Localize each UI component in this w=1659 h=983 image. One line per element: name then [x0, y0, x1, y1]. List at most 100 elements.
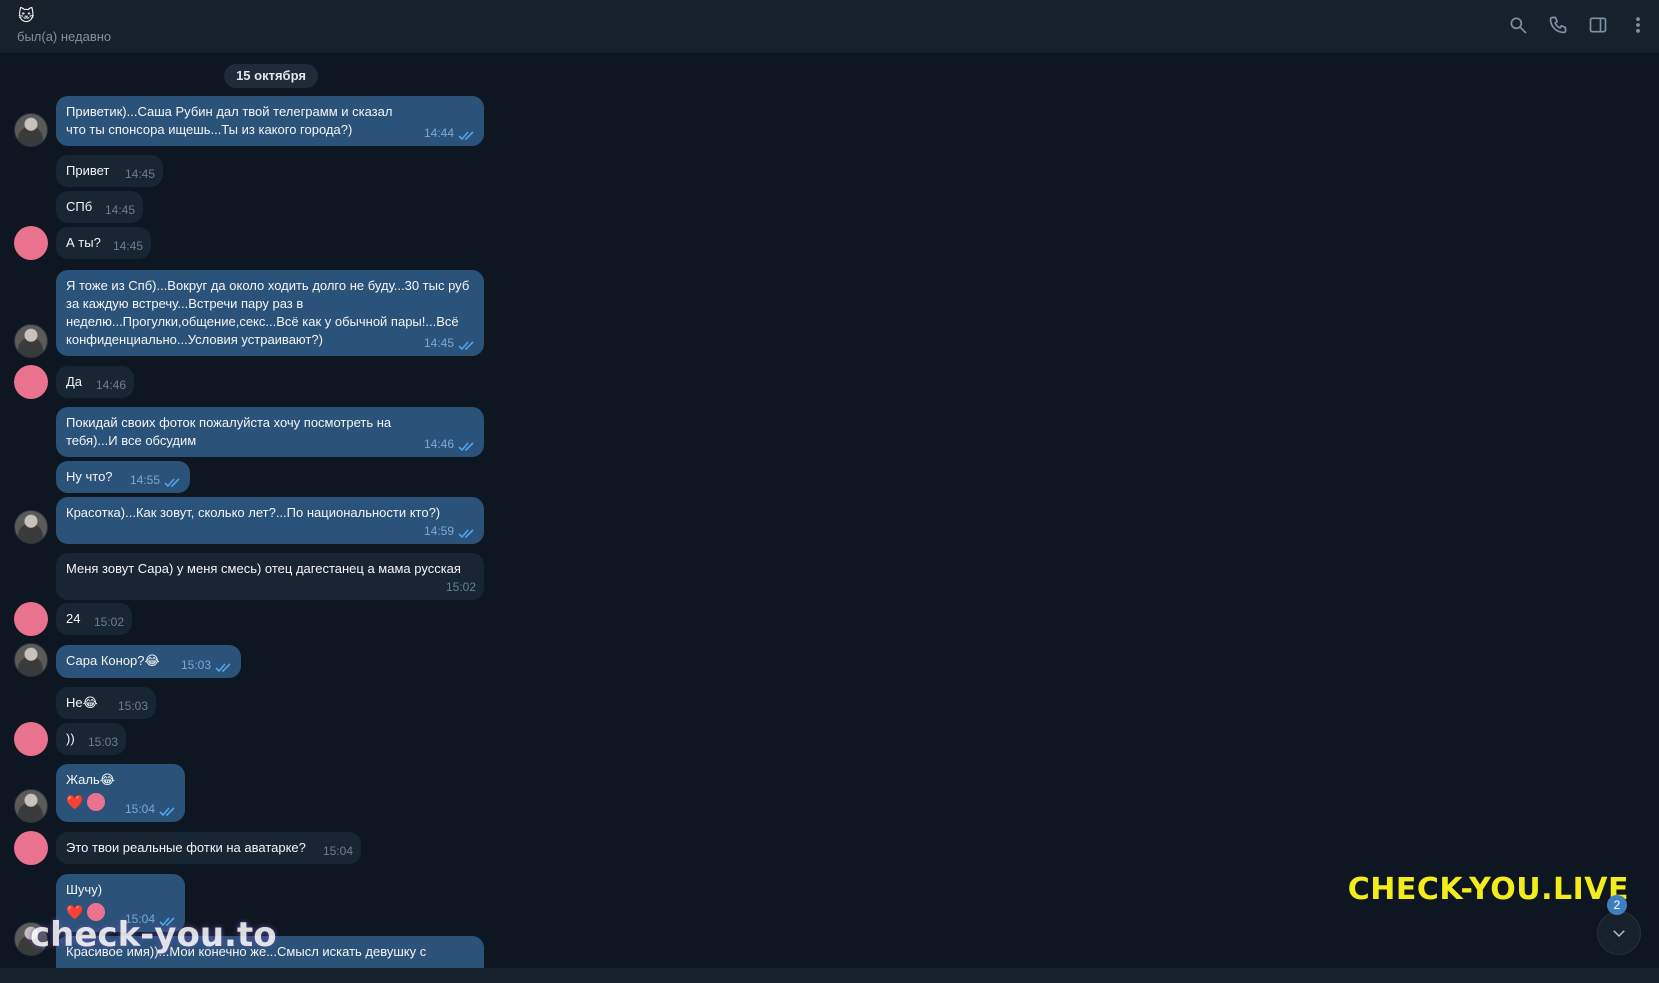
- message-meta: 14:45: [125, 165, 155, 183]
- sender-avatar[interactable]: [14, 113, 48, 147]
- message-time: 14:45: [423, 336, 454, 350]
- contact-name-emoji[interactable]: 🐱: [18, 6, 35, 26]
- unread-count-badge: 2: [1607, 895, 1627, 915]
- watermark-right: CHECK-YOU.LIVE: [1347, 872, 1629, 907]
- message-text: СПб: [66, 199, 93, 214]
- message-text: Сара Конор?😂: [66, 653, 160, 668]
- message-bubble[interactable]: Жаль😂 ❤️ 15:04: [56, 764, 185, 822]
- header-actions: [1507, 14, 1649, 36]
- message-time: 15:03: [87, 735, 118, 749]
- message-bubble[interactable]: Не😂 15:03: [56, 687, 156, 719]
- message-time: 15:03: [117, 699, 148, 713]
- message-bubble[interactable]: СПб 14:45: [56, 191, 143, 223]
- message-bubble[interactable]: А ты? 14:45: [56, 227, 151, 259]
- message-meta: 14:45: [113, 237, 143, 255]
- message-text: Шучу): [66, 882, 103, 897]
- sender-avatar[interactable]: [14, 510, 48, 544]
- message-text: Приветик)...Саша Рубин дал твой телеграм…: [66, 104, 393, 137]
- sender-avatar[interactable]: [14, 226, 48, 260]
- message-meta: 15:03: [88, 733, 118, 751]
- message-list[interactable]: 15 октября Приветик)...Саша Рубин дал тв…: [0, 54, 1659, 968]
- message-bubble[interactable]: Это твои реальные фотки на аватарке? 15:…: [56, 832, 361, 864]
- message-bubble[interactable]: Приветик)...Саша Рубин дал твой телеграм…: [56, 96, 484, 146]
- message-time: 15:03: [180, 658, 211, 672]
- message-text: Это твои реальные фотки на аватарке?: [66, 840, 306, 855]
- double-check-icon: [458, 128, 476, 141]
- message-meta: 14:55: [130, 471, 182, 489]
- message-time: 15:04: [322, 844, 353, 858]
- message-bubble[interactable]: Да 14:46: [56, 366, 134, 398]
- double-check-icon: [458, 526, 476, 539]
- watermark-left: check-you.to: [30, 915, 277, 955]
- chat-header: 🐱 был(а) недавно: [0, 0, 1659, 54]
- double-check-icon: [159, 804, 177, 817]
- message-text: А ты?: [66, 235, 101, 250]
- reactor-avatar: [87, 793, 106, 811]
- message-bubble[interactable]: )) 15:03: [56, 723, 126, 755]
- message-meta: 15:04: [323, 842, 353, 860]
- sender-avatar[interactable]: [14, 643, 48, 677]
- sender-avatar[interactable]: [14, 722, 48, 756]
- sender-avatar[interactable]: [14, 324, 48, 358]
- message-bubble[interactable]: Меня зовут Сара) у меня смесь) отец даге…: [56, 553, 484, 600]
- sender-avatar[interactable]: [14, 831, 48, 865]
- message-bubble[interactable]: Красотка)...Как зовут, сколько лет?...По…: [56, 497, 484, 544]
- sender-avatar[interactable]: [14, 365, 48, 399]
- message-meta: 14:44: [424, 124, 476, 142]
- sidebar-toggle-icon[interactable]: [1587, 14, 1609, 36]
- message-bubble[interactable]: Сара Конор?😂 15:03: [56, 645, 241, 678]
- message-bubble[interactable]: Ну что? 14:55: [56, 461, 190, 493]
- sender-avatar[interactable]: [14, 789, 48, 823]
- message-meta: 15:03: [181, 656, 233, 674]
- message-meta: 15:02: [94, 613, 124, 631]
- double-check-icon: [458, 338, 476, 351]
- sender-avatar[interactable]: [14, 602, 48, 636]
- message-time: 15:04: [124, 802, 155, 816]
- chevron-down-icon: [1610, 924, 1628, 942]
- message-time: 14:45: [112, 239, 143, 253]
- scroll-to-bottom-button[interactable]: [1597, 911, 1641, 955]
- message-time: 14:45: [104, 203, 135, 217]
- message-time: 14:46: [423, 437, 454, 451]
- message-text: Покидай своих фоток пожалуйста хочу посм…: [66, 415, 392, 448]
- message-text: Да: [66, 374, 83, 389]
- message-meta: 14:45: [105, 201, 135, 219]
- message-text: 24: [66, 611, 81, 626]
- double-check-icon: [164, 475, 182, 488]
- message-meta: 15:03: [118, 697, 148, 715]
- message-time: 14:45: [124, 167, 155, 181]
- double-check-icon: [215, 660, 233, 673]
- message-text: Красотка)...Как зовут, сколько лет?...По…: [66, 505, 441, 520]
- message-time: 14:44: [423, 126, 454, 140]
- message-composer[interactable]: [0, 968, 1659, 983]
- message-meta: 15:02: [446, 578, 476, 596]
- message-meta: 14:59: [424, 522, 476, 540]
- date-separator: 15 октября: [224, 64, 318, 88]
- message-time: 14:59: [423, 524, 454, 538]
- double-check-icon: [458, 439, 476, 452]
- message-text: )): [66, 731, 75, 746]
- heart-reaction-icon[interactable]: ❤️: [66, 795, 83, 809]
- message-text: Я тоже из Спб)...Вокруг да около ходить …: [66, 278, 470, 347]
- more-vertical-icon[interactable]: [1627, 14, 1649, 36]
- message-text: Не😂: [66, 695, 98, 710]
- message-text: Привет: [66, 163, 110, 178]
- message-meta: 15:04: [125, 800, 177, 818]
- message-bubble[interactable]: Привет 14:45: [56, 155, 163, 187]
- contact-status: был(а) недавно: [17, 29, 112, 44]
- message-meta: 14:45: [424, 334, 476, 352]
- message-text: Меня зовут Сара) у меня смесь) отец даге…: [66, 561, 461, 576]
- message-time: 14:55: [129, 473, 160, 487]
- phone-icon[interactable]: [1547, 14, 1569, 36]
- search-icon[interactable]: [1507, 14, 1529, 36]
- message-bubble[interactable]: Я тоже из Спб)...Вокруг да около ходить …: [56, 270, 484, 356]
- message-bubble[interactable]: Покидай своих фоток пожалуйста хочу посм…: [56, 407, 484, 457]
- message-meta: 14:46: [96, 376, 126, 394]
- message-time: 14:46: [95, 378, 126, 392]
- message-bubble[interactable]: 24 15:02: [56, 603, 132, 635]
- message-text: Ну что?: [66, 469, 113, 484]
- message-time: 15:02: [445, 580, 476, 594]
- message-text: Жаль😂: [66, 772, 115, 787]
- message-meta: 14:46: [424, 435, 476, 453]
- message-time: 15:02: [93, 615, 124, 629]
